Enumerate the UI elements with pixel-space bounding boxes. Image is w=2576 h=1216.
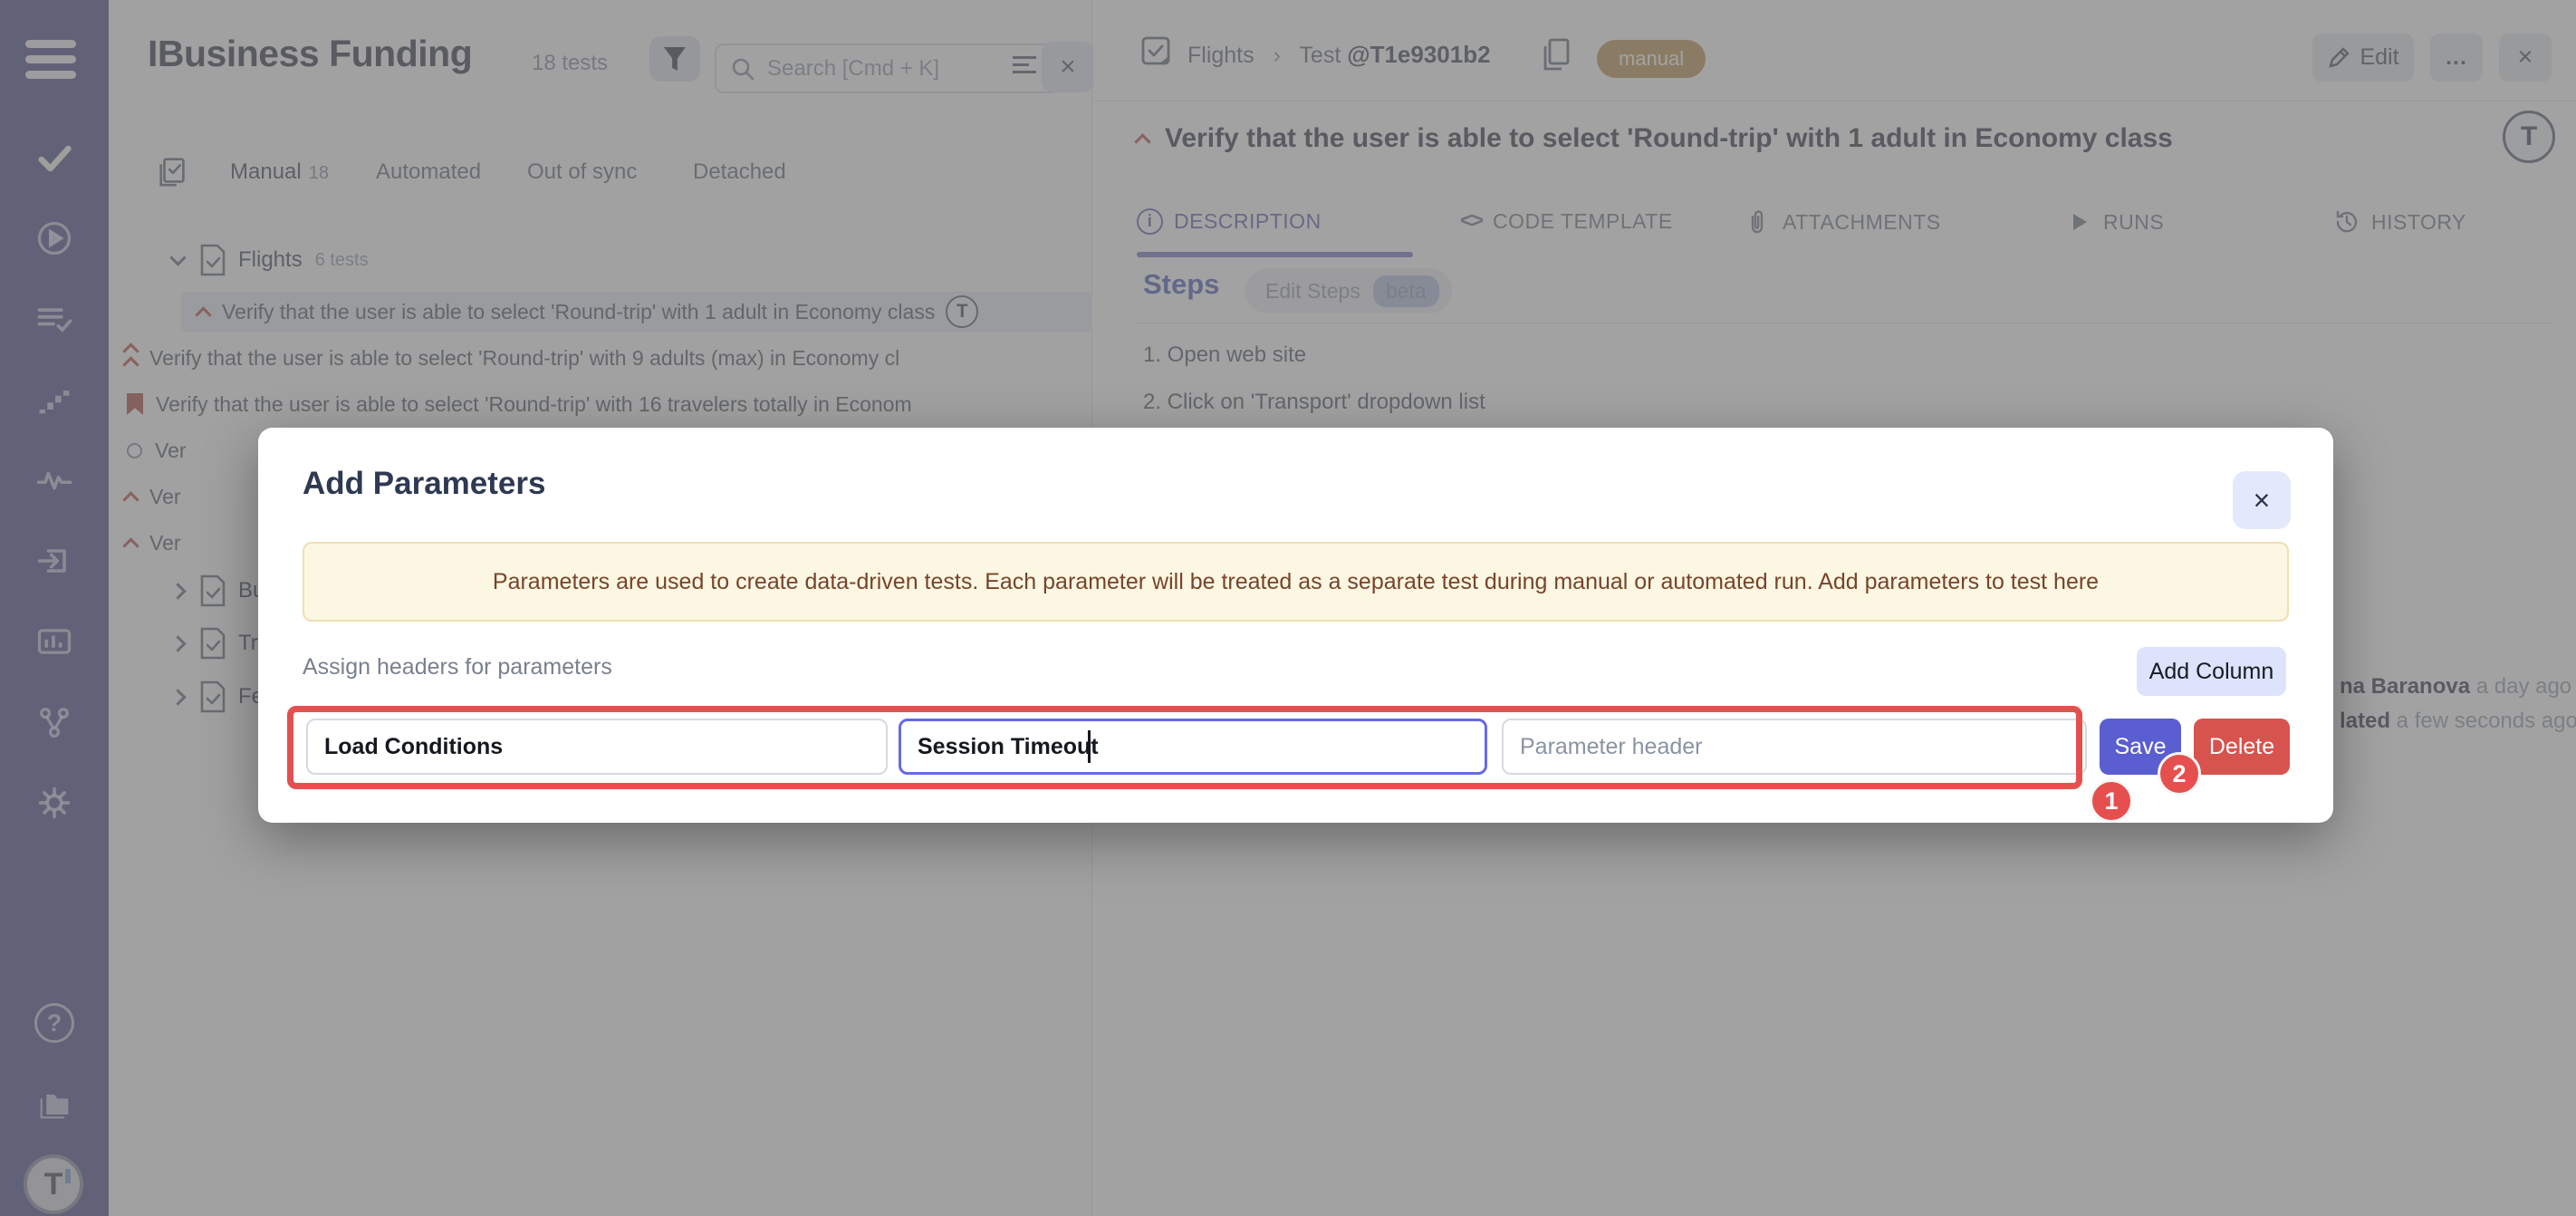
parameter-header-input-1[interactable] (306, 719, 888, 775)
add-column-button[interactable]: Add Column (2137, 647, 2286, 696)
assign-headers-label: Assign headers for parameters (303, 654, 612, 680)
annotation-marker-2: 2 (2158, 752, 2201, 796)
delete-button[interactable]: Delete (2194, 719, 2290, 775)
info-message: Parameters are used to create data-drive… (303, 542, 2289, 622)
app-root: ? T IBusiness Funding 18 tests × Manual1… (0, 0, 2576, 1216)
text-caret (1088, 730, 1091, 763)
add-parameters-modal: Add Parameters × Parameters are used to … (258, 428, 2333, 823)
close-icon: × (2254, 484, 2271, 517)
annotation-marker-1: 1 (2090, 779, 2133, 823)
parameter-header-input-2-focused[interactable] (899, 719, 1487, 775)
modal-title: Add Parameters (303, 466, 545, 502)
modal-close-button[interactable]: × (2233, 471, 2291, 529)
parameter-header-input-3[interactable] (1502, 719, 2087, 775)
